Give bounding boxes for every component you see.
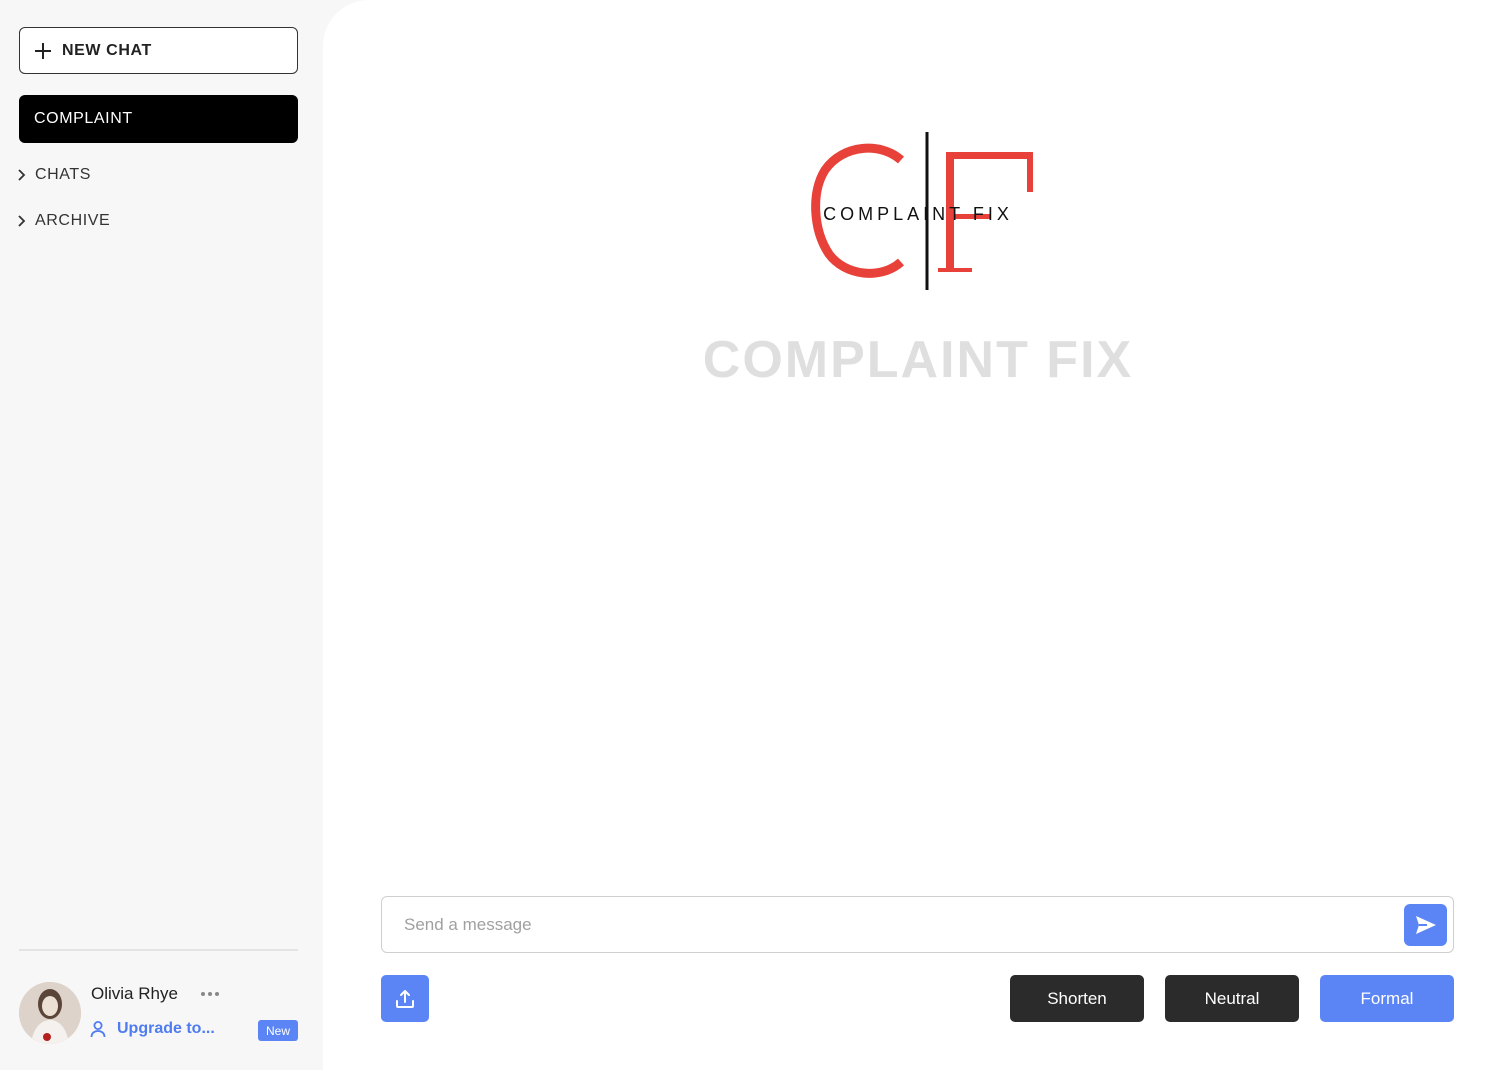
neutral-button[interactable]: Neutral bbox=[1165, 975, 1299, 1022]
send-button[interactable] bbox=[1404, 904, 1447, 946]
upload-button[interactable] bbox=[381, 975, 429, 1022]
sidebar-item-chats[interactable]: CHATS bbox=[16, 166, 91, 184]
profile-name: Olivia Rhye bbox=[91, 984, 178, 1003]
user-icon bbox=[90, 1021, 106, 1038]
plus-icon bbox=[35, 42, 51, 59]
user-profile: Olivia Rhye Upgrade to... New bbox=[19, 982, 298, 1044]
chevron-right-icon bbox=[18, 169, 26, 181]
sidebar-item-archive[interactable]: ARCHIVE bbox=[16, 212, 110, 230]
shorten-button[interactable]: Shorten bbox=[1010, 975, 1144, 1022]
avatar[interactable] bbox=[19, 982, 81, 1044]
sidebar-item-label: CHATS bbox=[35, 166, 92, 183]
new-chat-label: NEW CHAT bbox=[62, 41, 152, 59]
avatar-image bbox=[19, 982, 81, 1044]
upgrade-link[interactable]: Upgrade to... bbox=[89, 1020, 215, 1038]
message-input[interactable] bbox=[402, 897, 1392, 952]
upgrade-label: Upgrade to... bbox=[117, 1020, 215, 1037]
logo-wordmark: COMPLAINT FIX bbox=[823, 204, 1013, 224]
main-panel: COMPLAINT FIX COMPLAINT FIX Shorten Neut… bbox=[323, 0, 1508, 1070]
upload-icon bbox=[396, 989, 414, 1008]
sidebar-divider bbox=[19, 949, 298, 951]
formal-button[interactable]: Formal bbox=[1320, 975, 1454, 1022]
message-composer bbox=[381, 896, 1454, 953]
page-title: COMPLAINT FIX bbox=[702, 331, 1134, 389]
new-badge: New bbox=[258, 1020, 298, 1041]
new-chat-button[interactable]: NEW CHAT bbox=[19, 27, 298, 74]
more-options-icon[interactable] bbox=[199, 984, 221, 1004]
sidebar-item-complaint[interactable]: COMPLAINT bbox=[19, 95, 298, 143]
send-icon bbox=[1415, 916, 1436, 934]
sidebar-item-label: COMPLAINT bbox=[34, 110, 133, 127]
chevron-right-icon bbox=[18, 215, 26, 227]
sidebar: NEW CHAT COMPLAINT CHATS ARCHIVE Olivia … bbox=[0, 0, 324, 1070]
sidebar-item-label: ARCHIVE bbox=[35, 212, 111, 229]
